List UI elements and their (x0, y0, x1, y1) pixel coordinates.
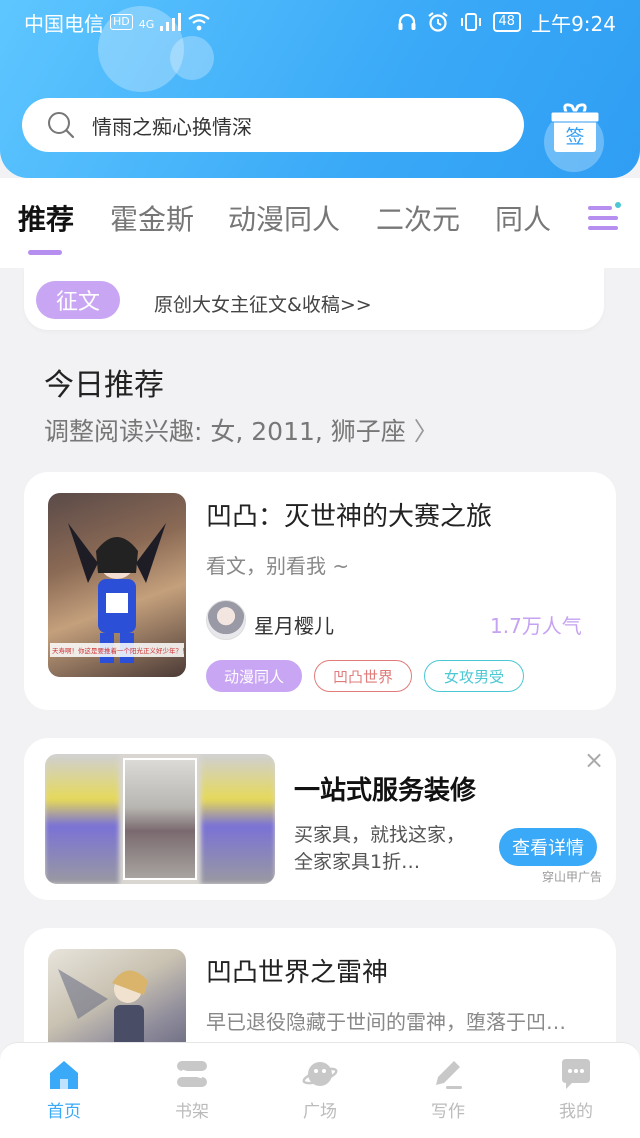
wifi-icon (188, 13, 210, 31)
nav-square[interactable]: 广场 (280, 1057, 360, 1122)
status-bar: 中国电信 HD 4G 48 上午9:24 (0, 0, 640, 44)
nav-profile-label: 我的 (559, 1102, 593, 1122)
nav-bookshelf[interactable]: 书架 (152, 1057, 232, 1122)
tab-hawkins[interactable]: 霍金斯 (110, 198, 194, 238)
search-placeholder: 情雨之痴心换情深 (92, 114, 252, 139)
carrier-label: 中国电信 (24, 11, 104, 36)
section-title: 今日推荐 (44, 368, 164, 403)
bookshelf-icon (177, 1061, 207, 1087)
sign-in-gift-button[interactable]: 签 (546, 100, 604, 158)
active-tab-indicator (28, 250, 62, 255)
reading-interest-link[interactable]: 调整阅读兴趣: 女, 2011, 狮子座 〉 (44, 412, 439, 448)
search-icon (48, 112, 75, 139)
tag-aotu-world[interactable]: 凹凸世界 (314, 660, 412, 692)
nav-bookshelf-label: 书架 (175, 1102, 209, 1122)
contest-notice[interactable]: 征文 原创大女主征文&收稿>> (24, 268, 604, 330)
battery-indicator: 48 (492, 12, 522, 32)
category-tabs: 推荐 霍金斯 动漫同人 二次元 同人 (0, 178, 640, 268)
pen-icon (436, 1061, 462, 1089)
reading-interest-text: 调整阅读兴趣: 女, 2011, 狮子座 (44, 417, 406, 446)
menu-icon[interactable] (584, 200, 624, 236)
tab-acg[interactable]: 二次元 (376, 198, 460, 238)
book-description: 看文，别看我 ~ (206, 554, 350, 578)
clock: 上午9:24 (531, 11, 616, 36)
alarm-icon (427, 12, 448, 32)
ad-image (45, 754, 275, 884)
search-bar[interactable]: 情雨之痴心换情深 (22, 98, 524, 152)
ad-image-right-panel (201, 754, 275, 884)
ad-image-left-panel (45, 754, 119, 884)
book-cover: 天寿啊！你这是要推着一个阳光正义好少年？！ (48, 493, 186, 677)
ad-image-center-panel (123, 758, 197, 880)
nav-write[interactable]: 写作 (408, 1057, 488, 1122)
book-description: 早已退役隐藏于世间的雷神，堕落于凹… (206, 1010, 566, 1034)
bottom-navigation: 首页 书架 广场 写作 我的 (0, 1042, 640, 1138)
nav-write-label: 写作 (431, 1102, 465, 1122)
nav-square-label: 广场 (303, 1102, 337, 1122)
chevron-right-icon: 〉 (413, 417, 439, 446)
tag-anime-fanfic[interactable]: 动漫同人 (206, 660, 302, 692)
close-icon[interactable]: × (584, 746, 604, 774)
header: 中国电信 HD 4G 48 上午9:24 情雨之痴心换情深 签 (0, 0, 640, 178)
home-icon (50, 1061, 78, 1089)
nav-home[interactable]: 首页 (24, 1057, 104, 1122)
book-card[interactable]: 天寿啊！你这是要推着一个阳光正义好少年？！ 凹凸：灭世神的大赛之旅 看文，别看我… (24, 472, 616, 710)
network-label: 4G (138, 17, 155, 31)
popularity-count: 1.7万人气 (490, 614, 582, 638)
vibrate-icon (460, 13, 481, 31)
author-name: 星月樱儿 (254, 614, 334, 638)
signal-icon (160, 13, 182, 31)
tab-recommend[interactable]: 推荐 (18, 198, 74, 238)
nav-home-label: 首页 (47, 1102, 81, 1122)
cover-caption: 天寿啊！你这是要推着一个阳光正义好少年？！ (50, 643, 184, 657)
tab-fanfic[interactable]: 同人 (495, 198, 551, 238)
book-title: 凹凸：灭世神的大赛之旅 (206, 502, 493, 532)
hd-badge: HD (110, 14, 133, 30)
chat-bubble-icon (562, 1059, 590, 1089)
tab-anime-fanfic[interactable]: 动漫同人 (228, 198, 340, 238)
headphones-icon (398, 13, 416, 30)
author-avatar (206, 600, 246, 640)
book-title: 凹凸世界之雷神 (206, 958, 389, 988)
gift-label: 签 (565, 126, 585, 148)
contest-badge: 征文 (36, 281, 120, 319)
ad-source-label: 穿山甲广告 (542, 870, 603, 884)
nav-profile[interactable]: 我的 (536, 1057, 616, 1122)
planet-icon (302, 1062, 338, 1086)
contest-text: 原创大女主征文&收稿>> (154, 294, 372, 316)
tag-female-top[interactable]: 女攻男受 (424, 660, 524, 692)
ad-title: 一站式服务装修 (294, 776, 477, 806)
ad-details-button[interactable]: 查看详情 (499, 828, 597, 866)
ad-description: 买家具，就找这家，全家家具1折… (294, 824, 466, 873)
